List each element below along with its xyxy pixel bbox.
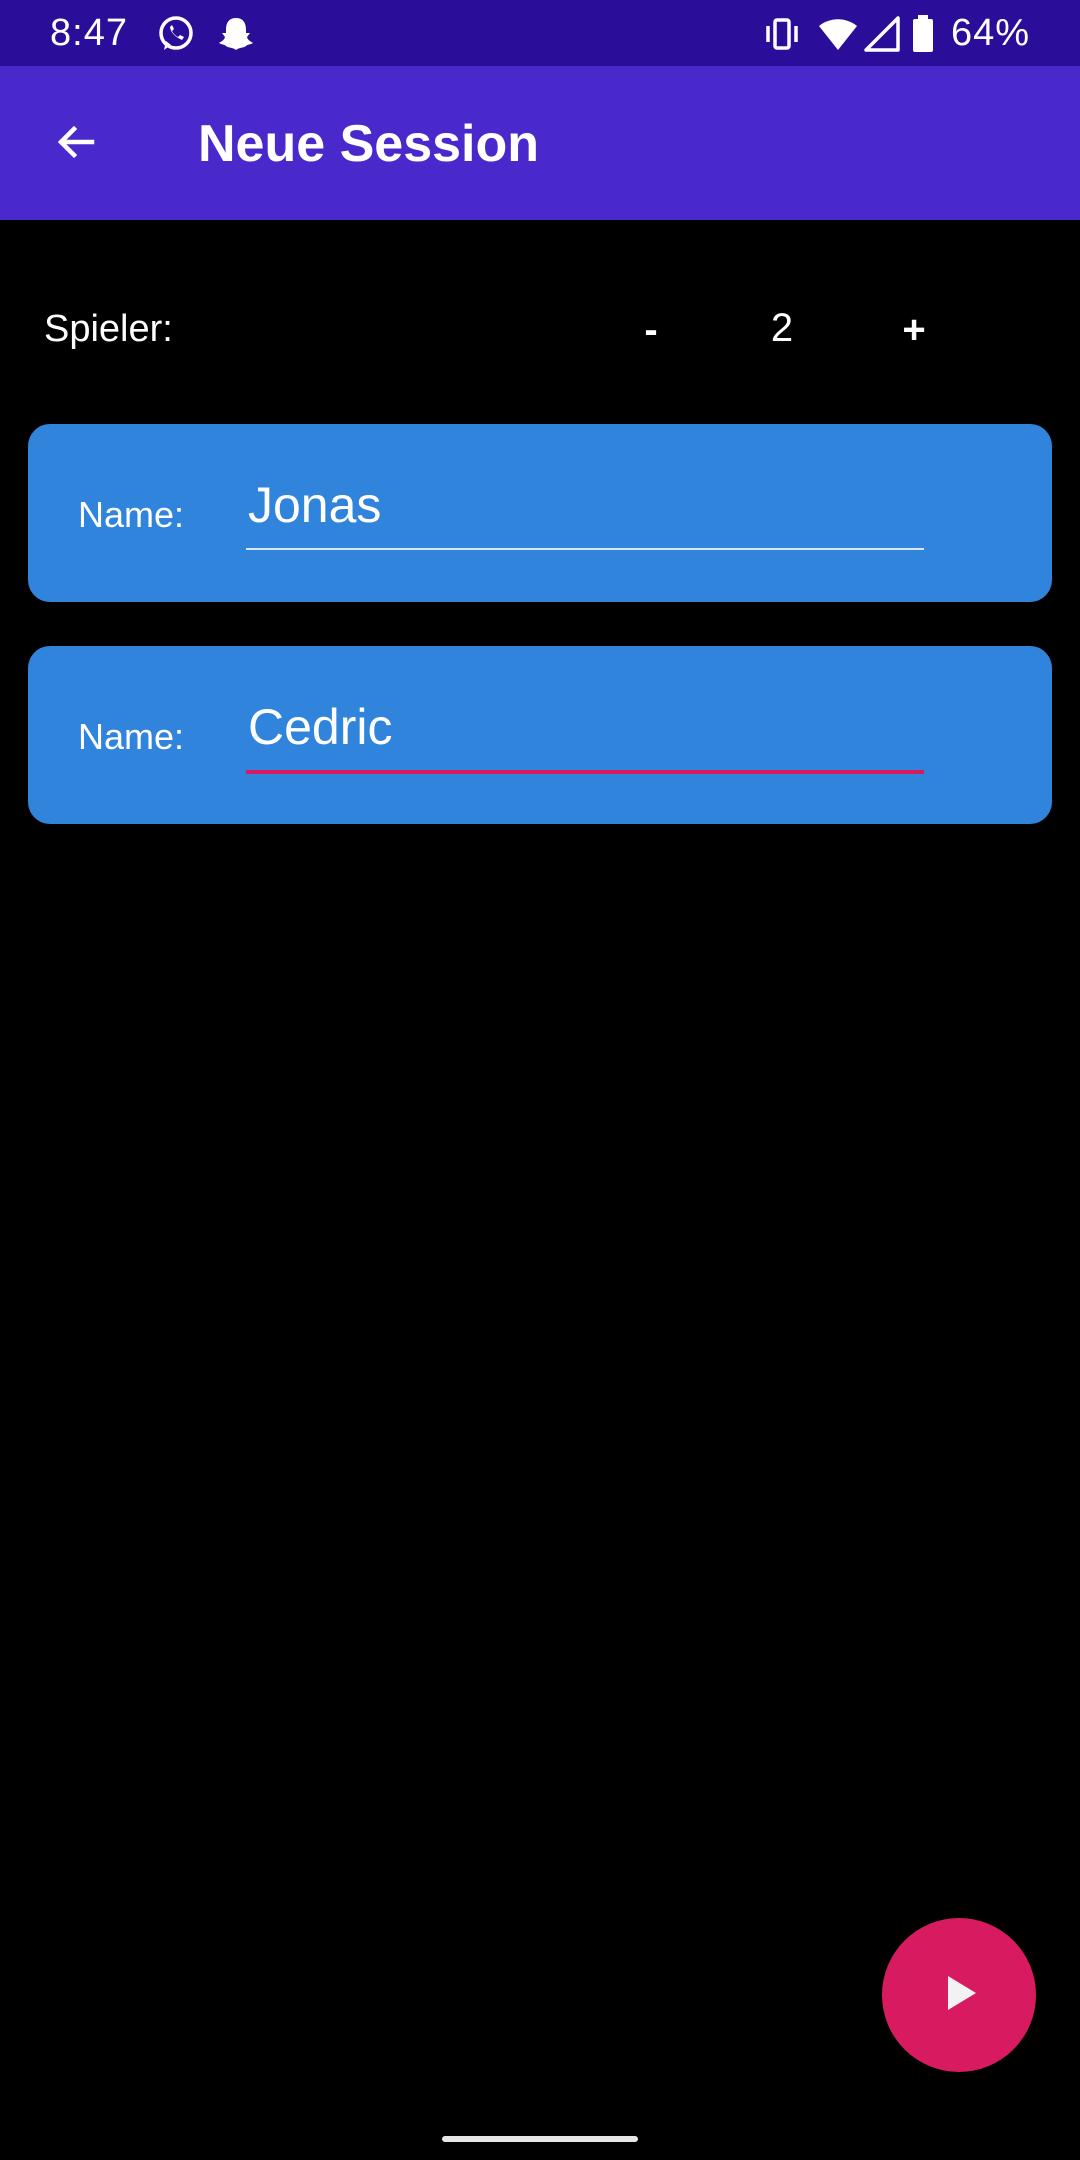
back-arrow-icon	[52, 118, 100, 171]
battery-icon	[910, 14, 936, 54]
player-count-value: 2	[770, 306, 794, 350]
play-icon	[934, 1968, 984, 2023]
signal-icon	[862, 14, 902, 54]
input-underline	[246, 548, 924, 550]
snapchat-icon	[216, 14, 256, 54]
status-bar: 8:47 64%	[0, 0, 1080, 66]
player-name-input-1[interactable]	[246, 470, 928, 540]
vibrate-icon	[762, 14, 802, 54]
player-card-2: Name:	[28, 646, 1052, 824]
back-button[interactable]	[36, 112, 116, 176]
decrement-players-button[interactable]: -	[611, 298, 691, 362]
wifi-icon	[818, 14, 858, 54]
screen: 8:47 64% Neue Session Spieler: - 2 + Nam…	[0, 0, 1080, 2160]
start-session-button[interactable]	[882, 1918, 1036, 2072]
name-label: Name:	[78, 716, 185, 757]
status-time: 8:47	[50, 12, 128, 54]
app-bar: Neue Session	[0, 66, 1080, 220]
player-count-row: Spieler: - 2 +	[0, 290, 1080, 370]
whatsapp-icon	[156, 14, 196, 54]
input-underline-focused	[246, 770, 924, 774]
page-title: Neue Session	[198, 115, 540, 173]
players-label: Spieler:	[44, 308, 173, 350]
player-card-1: Name:	[28, 424, 1052, 602]
gesture-navigation-bar[interactable]	[442, 2136, 638, 2142]
player-name-input-2[interactable]	[246, 692, 928, 762]
battery-percentage: 64%	[950, 12, 1030, 54]
increment-players-button[interactable]: +	[874, 298, 954, 362]
name-label: Name:	[78, 494, 185, 535]
